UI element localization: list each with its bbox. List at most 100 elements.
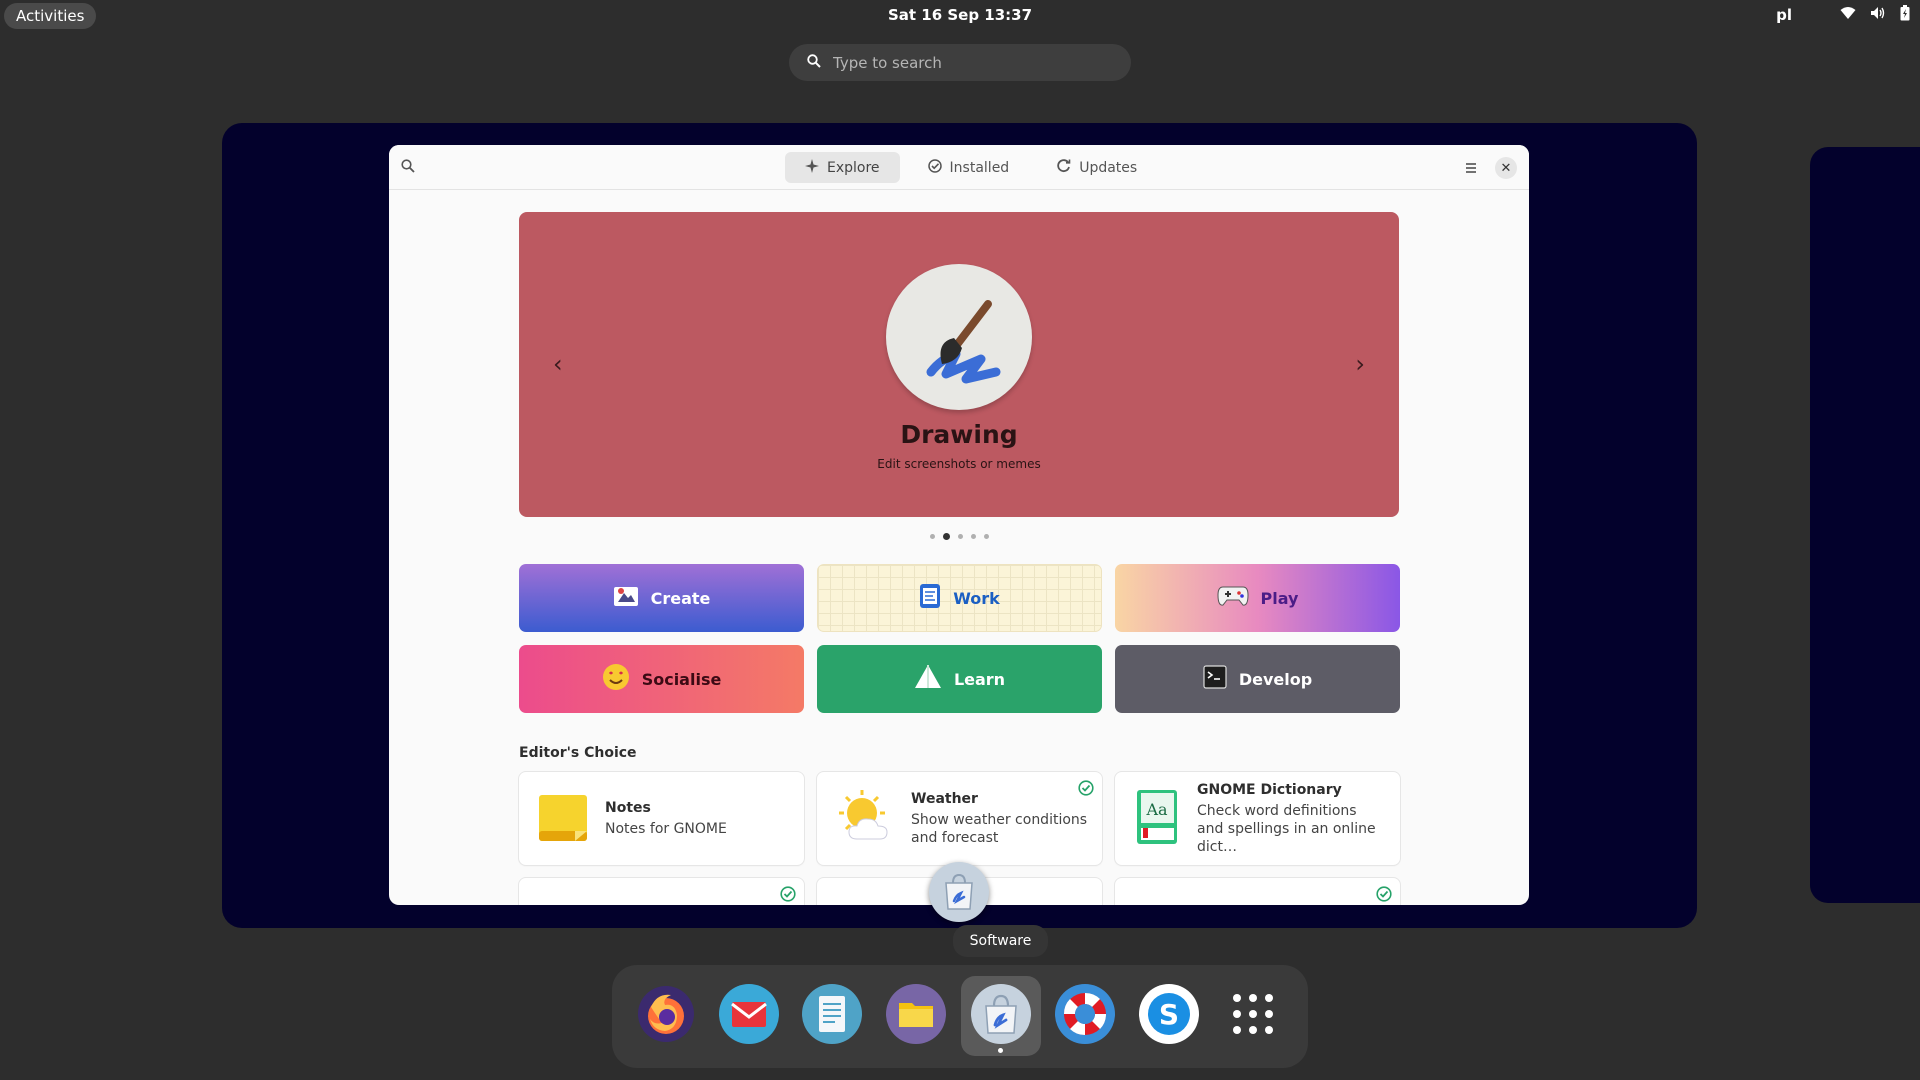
dock-show-apps[interactable] (1221, 984, 1285, 1048)
drawing-app-icon[interactable] (886, 264, 1032, 410)
gamepad-icon (1217, 585, 1249, 611)
dock-software[interactable] (961, 976, 1041, 1056)
category-label: Work (953, 588, 1000, 608)
explore-page: ‹ › Drawing Edit screenshots or memes Cr… (519, 212, 1400, 905)
app-card-notes[interactable]: Notes Notes for GNOME (519, 772, 804, 865)
dock-skype[interactable]: S (1137, 984, 1201, 1048)
featured-app-title: Drawing (900, 420, 1018, 449)
carousel-dot-active[interactable] (942, 532, 950, 540)
sail-icon (914, 664, 942, 694)
app-description: Check word definitions and spellings in … (1197, 802, 1376, 855)
software-window[interactable]: Explore Installed Updates ✕ ‹ › Drawing … (389, 145, 1529, 905)
close-button[interactable]: ✕ (1495, 157, 1517, 179)
app-description: Show weather conditions and forecast (911, 811, 1088, 846)
category-work[interactable]: Work (817, 564, 1102, 632)
app-card-text: Weather Show weather conditions and fore… (911, 791, 1091, 847)
terminal-icon (1203, 665, 1227, 693)
dock-files[interactable] (884, 984, 948, 1048)
search-input[interactable] (833, 53, 1093, 72)
category-label: Create (650, 588, 711, 608)
header-bar: Explore Installed Updates ✕ (389, 145, 1529, 190)
work-icon (919, 583, 941, 613)
tab-label: Explore (827, 159, 880, 176)
battery-icon[interactable] (1900, 5, 1910, 25)
help-icon (1054, 983, 1116, 1049)
create-icon (613, 584, 639, 612)
category-grid: Create Work Play Socialise Learn Develop (519, 564, 1400, 713)
refresh-icon (1057, 158, 1071, 177)
category-play[interactable]: Play (1115, 564, 1400, 632)
top-bar: Activities Sat 16 Sep 13:37 pl (0, 0, 1920, 32)
clock[interactable]: Sat 16 Sep 13:37 (0, 6, 1920, 24)
mail-icon (718, 983, 780, 1049)
app-grid-icon (1231, 992, 1275, 1040)
volume-icon[interactable] (1870, 6, 1886, 24)
installed-check-icon (1078, 780, 1094, 800)
skype-icon: S (1138, 983, 1200, 1049)
carousel-prev-button[interactable]: ‹ (553, 350, 563, 378)
software-icon (970, 983, 1032, 1049)
running-indicator (998, 1048, 1003, 1053)
category-develop[interactable]: Develop (1115, 645, 1400, 713)
installed-check-icon (1376, 886, 1392, 905)
category-label: Learn (953, 669, 1006, 689)
app-name: GNOME Dictionary (1197, 781, 1342, 798)
notes-icon (537, 791, 589, 847)
app-card[interactable] (519, 878, 804, 905)
search-icon (807, 53, 821, 72)
app-card[interactable] (1115, 878, 1400, 905)
dictionary-icon: Aa (1133, 788, 1181, 850)
wifi-icon[interactable] (1840, 6, 1856, 24)
activities-button[interactable]: Activities (4, 3, 97, 29)
carousel-dot[interactable] (929, 533, 935, 539)
workspace-thumbnail-next[interactable] (1810, 147, 1920, 903)
dock: S (612, 965, 1308, 1068)
category-label: Play (1260, 588, 1299, 608)
search-icon[interactable] (401, 158, 415, 177)
tab-explore[interactable]: Explore (785, 152, 900, 183)
featured-carousel[interactable]: ‹ › Drawing Edit screenshots or memes (519, 212, 1399, 517)
app-card-weather[interactable]: Weather Show weather conditions and fore… (817, 772, 1102, 865)
hamburger-menu-icon[interactable] (1465, 159, 1477, 178)
app-card-text: Notes Notes for GNOME (605, 800, 727, 838)
editors-choice-heading: Editor's Choice (519, 745, 637, 761)
view-switcher: Explore Installed Updates (785, 152, 1157, 183)
dock-help[interactable] (1053, 984, 1117, 1048)
keyboard-layout-indicator[interactable]: pl (1776, 6, 1792, 24)
tab-label: Installed (949, 159, 1010, 176)
software-window-app-icon[interactable] (929, 862, 989, 922)
svg-text:S: S (1159, 998, 1179, 1031)
text-editor-icon (801, 983, 863, 1049)
system-tray[interactable]: pl (1776, 5, 1910, 25)
dock-firefox[interactable] (634, 984, 698, 1048)
emoji-icon (602, 663, 630, 695)
files-icon (885, 983, 947, 1049)
dock-mail[interactable] (717, 984, 781, 1048)
dock-text-editor[interactable] (800, 984, 864, 1048)
category-label: Develop (1238, 669, 1313, 689)
carousel-dot[interactable] (983, 533, 989, 539)
tab-updates[interactable]: Updates (1037, 152, 1157, 183)
carousel-dot[interactable] (970, 533, 976, 539)
carousel-next-button[interactable]: › (1355, 350, 1365, 378)
sparkle-icon (805, 158, 819, 177)
installed-check-icon (780, 886, 796, 905)
tab-installed[interactable]: Installed (908, 152, 1030, 183)
weather-icon (835, 787, 895, 851)
check-circle-icon (927, 158, 942, 177)
tab-label: Updates (1079, 159, 1138, 176)
app-name: Weather (911, 790, 978, 807)
carousel-indicator (519, 529, 1399, 543)
app-card-gnome-dictionary[interactable]: Aa GNOME Dictionary Check word definitio… (1115, 772, 1400, 865)
featured-app-subtitle: Edit screenshots or memes (877, 457, 1041, 471)
editors-choice-grid: Notes Notes for GNOME Weather Show weath… (519, 772, 1400, 865)
app-card-text: GNOME Dictionary Check word definitions … (1197, 782, 1387, 856)
category-learn[interactable]: Learn (817, 645, 1102, 713)
overview-search-entry[interactable] (789, 44, 1131, 81)
category-socialise[interactable]: Socialise (519, 645, 804, 713)
carousel-dot[interactable] (957, 533, 963, 539)
dock-tooltip: Software (953, 925, 1048, 957)
category-create[interactable]: Create (519, 564, 804, 632)
svg-text:Aa: Aa (1145, 800, 1168, 819)
app-name: Notes (605, 799, 651, 816)
